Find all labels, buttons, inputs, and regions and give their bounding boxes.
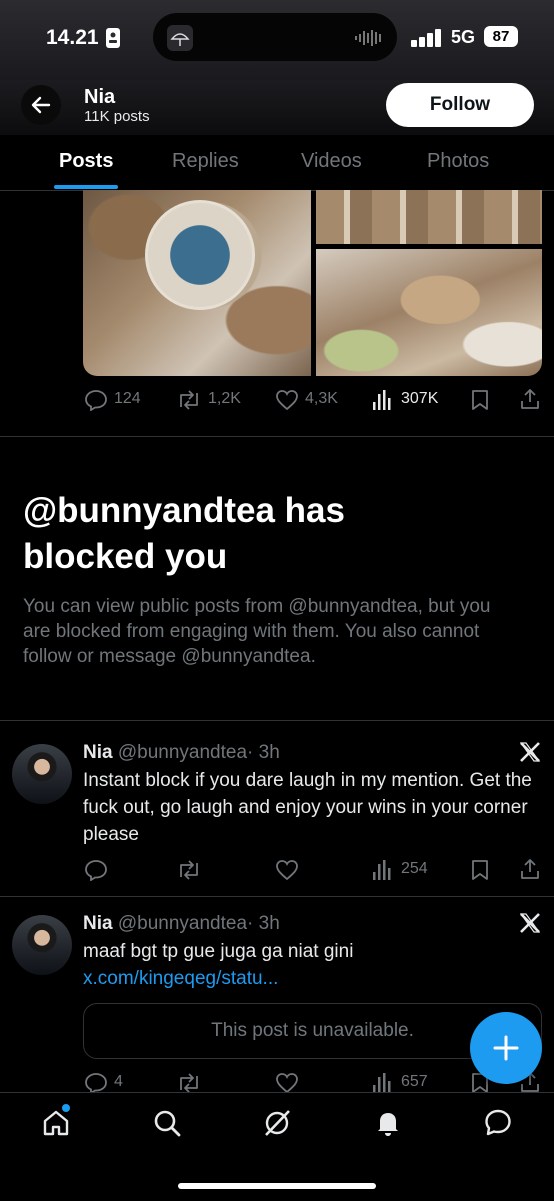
audio-waveform-icon (355, 30, 381, 46)
compose-button[interactable] (470, 1012, 542, 1084)
tab-videos[interactable]: Videos (301, 150, 362, 173)
views-count: 254 (401, 860, 428, 877)
notifications-bell-icon[interactable] (373, 1108, 403, 1138)
arrow-left-icon (31, 96, 51, 114)
post-image-2[interactable] (316, 190, 542, 244)
tweet-text: maaf bgt tp gue juga ga niat gini x.com/… (83, 938, 483, 992)
messages-icon[interactable] (483, 1108, 513, 1138)
active-tab-indicator (54, 185, 118, 189)
author-handle[interactable]: @bunnyandtea (118, 742, 247, 763)
cellular-signal-icon (411, 29, 441, 47)
post-image-3[interactable] (316, 249, 542, 376)
tweet-header: Nia @bunnyandtea· 3h (83, 742, 280, 764)
share-icon[interactable] (520, 388, 540, 410)
profile-name: Nia (84, 86, 116, 108)
views-icon[interactable] (373, 1073, 395, 1092)
heart-icon[interactable] (275, 1072, 299, 1092)
plus-icon (493, 1035, 519, 1061)
grok-icon[interactable] (262, 1108, 292, 1138)
avatar[interactable] (12, 915, 72, 975)
like-count: 4,3K (305, 390, 338, 407)
tweet-time: · 3h (247, 742, 280, 763)
bookmark-icon[interactable] (471, 389, 489, 411)
tab-replies[interactable]: Replies (172, 150, 239, 173)
reply-count: 124 (114, 390, 141, 407)
id-card-icon (106, 28, 120, 48)
back-button[interactable] (21, 85, 61, 125)
tweet-time: · 3h (247, 913, 280, 934)
reply-count: 4 (114, 1073, 123, 1090)
views-count: 657 (401, 1073, 428, 1090)
author-name[interactable]: Nia (83, 913, 113, 934)
repost-icon[interactable] (176, 1072, 202, 1092)
divider (0, 896, 554, 897)
repost-icon[interactable] (176, 389, 202, 411)
bookmark-icon[interactable] (471, 859, 489, 881)
search-icon[interactable] (152, 1108, 182, 1138)
views-icon[interactable] (373, 860, 395, 880)
repost-icon[interactable] (176, 859, 202, 881)
tweet-text: Instant block if you dare laugh in my me… (83, 770, 532, 845)
tweet-header: Nia @bunnyandtea· 3h (83, 913, 280, 935)
umbrella-icon (167, 25, 193, 51)
home-indicator (178, 1183, 376, 1189)
x-logo-icon[interactable] (519, 912, 541, 934)
reply-icon[interactable] (84, 389, 108, 411)
divider (0, 436, 554, 437)
author-handle[interactable]: @bunnyandtea (118, 913, 247, 934)
home-notification-dot (62, 1104, 70, 1112)
tab-photos[interactable]: Photos (427, 150, 489, 173)
views-count: 307K (401, 390, 439, 407)
reply-icon[interactable] (84, 859, 108, 881)
author-name[interactable]: Nia (83, 742, 113, 763)
tab-posts[interactable]: Posts (59, 150, 113, 173)
divider (0, 720, 554, 721)
blocked-title: @bunnyandtea has blocked you (23, 491, 345, 576)
share-icon[interactable] (520, 858, 540, 880)
x-logo-icon[interactable] (519, 741, 541, 763)
network-type: 5G (451, 27, 476, 47)
tweet-text-content: maaf bgt tp gue juga ga niat gini (83, 941, 354, 962)
heart-icon[interactable] (275, 859, 299, 881)
avatar[interactable] (12, 744, 72, 804)
post-count: 11K posts (84, 108, 150, 125)
blocked-message: You can view public posts from @bunnyand… (23, 596, 491, 667)
reply-icon[interactable] (84, 1072, 108, 1092)
heart-icon[interactable] (275, 389, 299, 411)
tweet-link[interactable]: x.com/kingeqeg/statu... (83, 968, 278, 989)
views-icon[interactable] (373, 390, 395, 410)
photo-sticker (145, 200, 255, 310)
battery-indicator: 87 (484, 26, 518, 47)
repost-count: 1,2K (208, 390, 241, 407)
follow-button[interactable]: Follow (386, 83, 534, 127)
status-time: 14.21 (46, 26, 99, 49)
home-icon[interactable] (41, 1108, 71, 1138)
